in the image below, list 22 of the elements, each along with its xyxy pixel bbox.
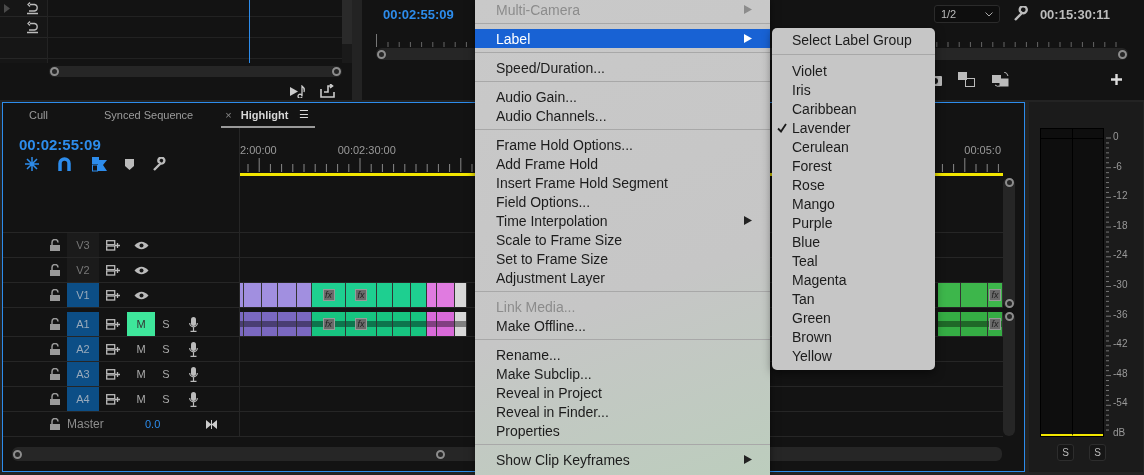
- effect-badge: fx: [355, 289, 367, 301]
- time-ruler-label: 00:05:0: [964, 144, 1001, 158]
- time-ruler-label: 2:00:00: [240, 144, 277, 158]
- effect-badge: fx: [989, 289, 1001, 301]
- effect-badge: fx: [322, 289, 335, 301]
- meter-scale-label: -18: [1113, 220, 1128, 231]
- time-ruler-label: 00:02:30:00: [337, 144, 396, 158]
- track-name: Master: [67, 417, 105, 431]
- meter-scale-label: -48: [1113, 368, 1128, 379]
- meter-scale-label: -12: [1113, 191, 1128, 202]
- meter-scale-label: -42: [1113, 339, 1128, 350]
- meter-scale-label: -24: [1113, 250, 1128, 261]
- meter-scale-label: -54: [1113, 398, 1128, 409]
- meter-scale-label: dB: [1113, 427, 1127, 438]
- duration-timecode: 00:15:30:11: [1039, 6, 1110, 22]
- meter-scale-label: -30: [1113, 279, 1128, 290]
- effect-badge: fx: [322, 318, 335, 330]
- meter-scale-label: -6: [1113, 161, 1123, 172]
- effect-badge: fx: [989, 318, 1001, 330]
- effect-badge: fx: [355, 318, 367, 330]
- meter-scale-label: -36: [1113, 309, 1128, 320]
- meter-scale-label: 0: [1113, 132, 1120, 142]
